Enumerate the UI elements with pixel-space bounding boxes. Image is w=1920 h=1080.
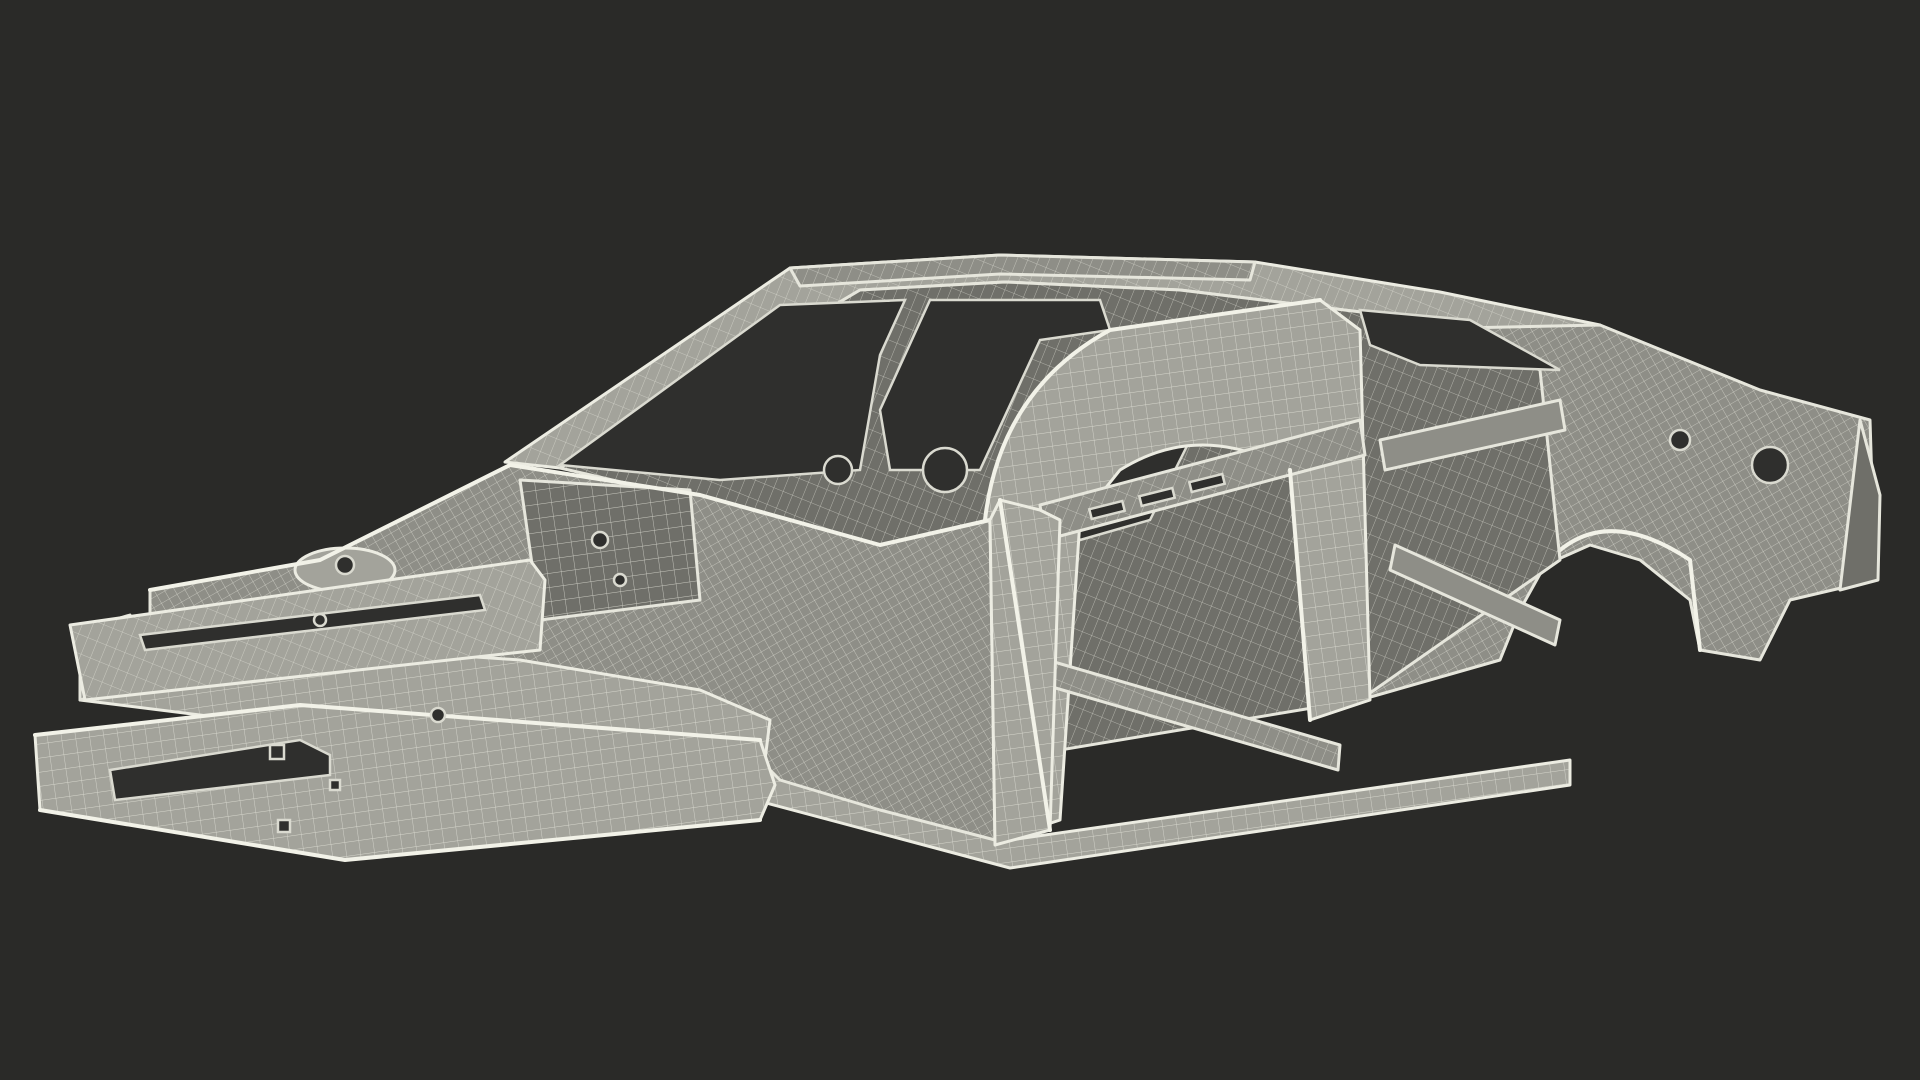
car-frame-render xyxy=(33,253,1882,870)
a-pillar xyxy=(988,498,1062,847)
render-viewport xyxy=(0,0,1920,1080)
